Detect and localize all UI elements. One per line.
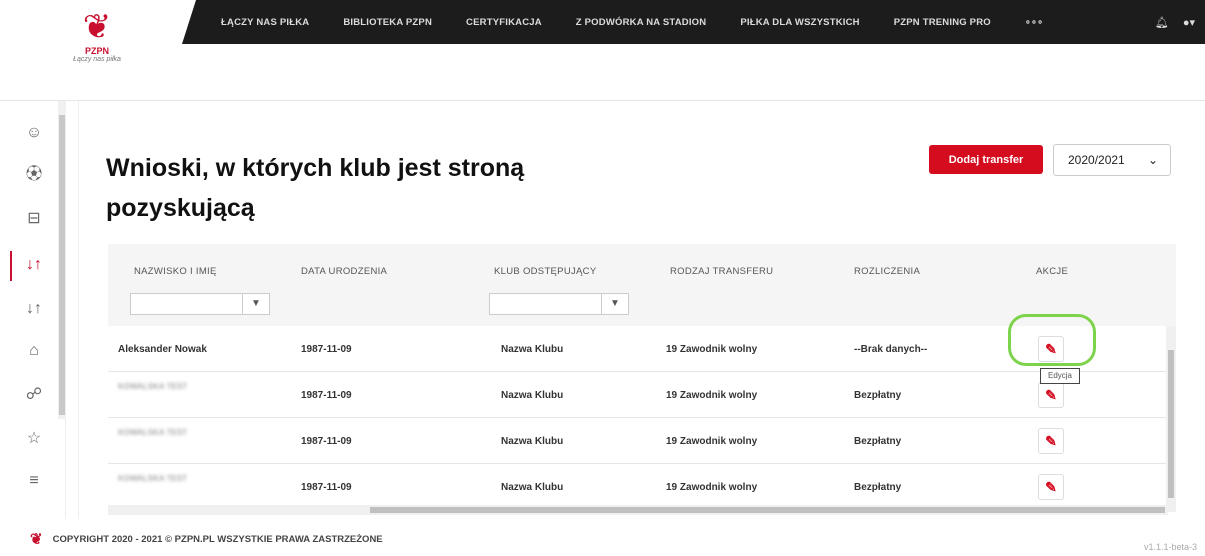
pzpn-logo[interactable]: ❦ PZPN Łączy nas piłka (62, 8, 132, 94)
cup-icon[interactable]: ⊟ (22, 207, 46, 231)
col-club: KLUB ODSTĘPUJĄCY (494, 266, 597, 277)
cell-type: 19 Zawodnik wolny (666, 482, 758, 493)
pencil-icon: ✎ (1045, 479, 1057, 495)
nav-more[interactable]: ∘∘∘ (1008, 17, 1060, 28)
header-divider (0, 100, 1205, 101)
cell-type: 19 Zawodnik wolny (666, 390, 758, 401)
people-icon[interactable]: ☍ (22, 383, 46, 407)
table-vertical-scrollbar[interactable] (1166, 326, 1176, 512)
content-edge (78, 101, 79, 519)
club-filter: ▼ (489, 293, 629, 315)
cell-settle: Bezpłatny (854, 482, 902, 493)
cell-settle: --Brak danych-- (854, 344, 928, 355)
cell-club: Nazwa Klubu (501, 344, 564, 355)
page-title: Wnioski, w których klub jest stroną pozy… (106, 154, 525, 222)
cell-club: Nazwa Klubu (501, 436, 564, 447)
nav-item-pilka-dla-wszystkich[interactable]: PIŁKA DLA WSZYSTKICH (723, 17, 876, 28)
col-name: NAZWISKO I IMIĘ (134, 266, 217, 277)
footer: ❦ COPYRIGHT 2020 - 2021 © PZPN.PL WSZYST… (30, 530, 383, 548)
menu-icon[interactable]: ≡ (22, 469, 46, 493)
user-icon[interactable]: ☺ (22, 121, 46, 145)
edit-button[interactable]: ✎ (1038, 382, 1064, 408)
club-filter-input[interactable] (489, 293, 601, 315)
ball-icon[interactable]: ⚽︎ (22, 163, 46, 187)
table-horizontal-scrollbar[interactable] (108, 505, 1168, 515)
active-indicator (10, 251, 12, 281)
logo-name: PZPN (84, 46, 109, 56)
cell-name-redacted: KOWALSKA TEST (118, 428, 188, 437)
pencil-icon: ✎ (1045, 387, 1057, 403)
top-navigation: ŁĄCZY NAS PIŁKA BIBLIOTEKA PZPN CERTYFIK… (182, 0, 1205, 44)
name-filter-input[interactable] (130, 293, 242, 315)
cell-type: 19 Zawodnik wolny (666, 344, 758, 355)
cell-club: Nazwa Klubu (501, 482, 564, 493)
filter-icon[interactable]: ▼ (242, 293, 270, 315)
cell-type: 19 Zawodnik wolny (666, 436, 758, 447)
cell-settle: Bezpłatny (854, 436, 902, 447)
filter-icon[interactable]: ▼ (601, 293, 629, 315)
nav-item-certyfikacja[interactable]: CERTYFIKACJA (449, 17, 559, 28)
nav-item-trening-pro[interactable]: PZPN TRENING PRO (877, 17, 1008, 28)
bell-icon[interactable]: 🔔︎ (1155, 16, 1169, 29)
table-row[interactable]: KOWALSKA TEST 1987-11-09 Nazwa Klubu 19 … (108, 418, 1168, 464)
transfer-icon[interactable]: ↓↑ (22, 297, 46, 321)
cell-dob: 1987-11-09 (301, 482, 352, 493)
shirt-icon[interactable]: ⌂ (22, 339, 46, 363)
col-dob: DATA URODZENIA (301, 266, 388, 277)
add-transfer-button[interactable]: Dodaj transfer (929, 145, 1043, 174)
col-type: RODZAJ TRANSFERU (670, 266, 774, 277)
table-row[interactable]: KOWALSKA TEST 1987-11-09 Nazwa Klubu 19 … (108, 372, 1168, 418)
highlight-annotation (1008, 314, 1096, 366)
cell-name-redacted: KOWALSKA TEST (118, 474, 188, 483)
cell-club: Nazwa Klubu (501, 390, 564, 401)
col-actions: AKCJE (1036, 266, 1069, 277)
logo-tagline: Łączy nas piłka (73, 56, 121, 63)
pzpn-footer-icon: ❦ (30, 531, 43, 548)
chevron-down-icon: ⌄ (1147, 153, 1158, 167)
transfer-icon-active[interactable]: ↓↑ (22, 253, 46, 277)
version-label: v1.1.1-beta-3 (1143, 542, 1197, 552)
nav-item-laczy-nas-pilka[interactable]: ŁĄCZY NAS PIŁKA (204, 17, 326, 28)
nav-item-biblioteka[interactable]: BIBLIOTEKA PZPN (326, 17, 449, 28)
edit-button[interactable]: ✎ (1038, 428, 1064, 454)
cell-dob: 1987-11-09 (301, 390, 352, 401)
table-header: NAZWISKO I IMIĘ DATA URODZENIA KLUB ODST… (108, 244, 1176, 326)
cell-dob: 1987-11-09 (301, 436, 352, 447)
season-value: 2020/2021 (1068, 153, 1125, 167)
edit-tooltip: Edycja (1040, 368, 1080, 384)
sidebar-scrollbar[interactable] (58, 101, 66, 419)
cell-dob: 1987-11-09 (301, 344, 352, 355)
cell-name-redacted: KOWALSKA TEST (118, 382, 188, 391)
col-settle: ROZLICZENIA (854, 266, 921, 277)
pencil-icon: ✎ (1045, 433, 1057, 449)
eagle-crest-icon: ❦ (82, 8, 112, 46)
cell-settle: Bezpłatny (854, 390, 902, 401)
cell-name: Aleksander Nowak (118, 344, 207, 355)
copyright-text: COPYRIGHT 2020 - 2021 © PZPN.PL WSZYSTKI… (52, 533, 383, 545)
edit-button[interactable]: ✎ (1038, 474, 1064, 500)
season-select[interactable]: 2020/2021 ⌄ (1053, 144, 1171, 176)
avatar-icon[interactable]: ●▾ (1183, 16, 1195, 29)
name-filter: ▼ (130, 293, 270, 315)
nav-item-z-podworka[interactable]: Z PODWÓRKA NA STADION (559, 17, 724, 28)
star-icon[interactable]: ☆ (22, 427, 46, 451)
sidebar: ☺ ⚽︎ ⊟ ↓↑ ↓↑ ⌂ ☍ ☆ ≡ (0, 101, 66, 519)
table-row[interactable]: KOWALSKA TEST 1987-11-09 Nazwa Klubu 19 … (108, 464, 1168, 510)
